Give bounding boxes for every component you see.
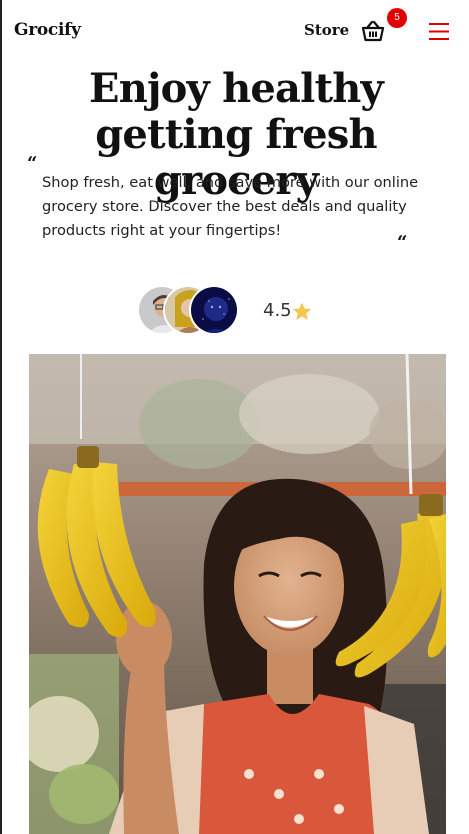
hero-description: Shop fresh, eat well, and save more with… [42, 174, 419, 239]
brand-logo[interactable]: Grocify [14, 20, 81, 40]
open-quote-icon: “ [27, 153, 38, 174]
avatar [189, 285, 239, 335]
hero-photo [29, 354, 446, 834]
hamburger-menu-icon[interactable] [429, 23, 449, 40]
close-quote-icon: “ [397, 232, 408, 253]
shopping-basket-icon[interactable] [361, 20, 385, 42]
nav-link-store[interactable]: Store [304, 21, 349, 39]
rating-value: 4.5 [263, 300, 292, 321]
star-icon [292, 302, 312, 320]
navbar: Grocify Store 5 [2, 0, 469, 64]
customer-avatars [137, 285, 242, 337]
cart-count-badge: 5 [387, 8, 407, 28]
page: Grocify Store 5 Enjoy healthy getting fr… [0, 0, 469, 834]
